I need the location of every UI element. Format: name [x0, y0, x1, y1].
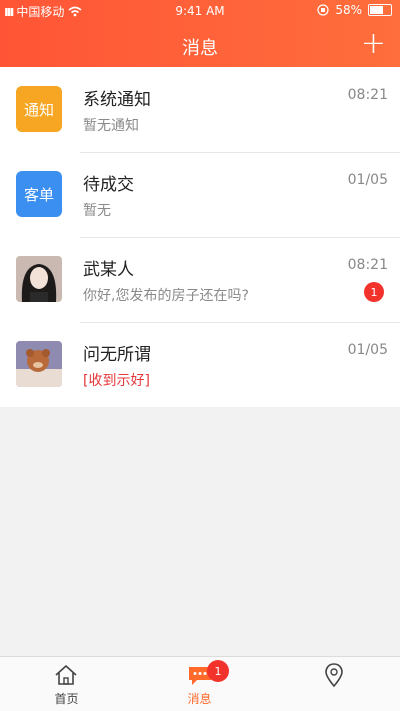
message-name: 问无所谓: [83, 345, 151, 365]
tab-messages[interactable]: 1 消息: [133, 657, 266, 711]
message-preview: 你好,您发布的房子还在吗?: [83, 288, 249, 304]
battery-percent: 58%: [335, 3, 362, 17]
message-row-system-notice[interactable]: 通知 系统通知 暂无通知 08:21: [0, 67, 400, 152]
add-button[interactable]: +: [361, 29, 386, 59]
top-header: ııı 中国移动 9:41 AM 58% 消息 +: [0, 0, 400, 67]
message-row-pending-deals[interactable]: 客单 待成交 暂无 01/05: [0, 152, 400, 237]
message-row-wen[interactable]: 问无所谓 [收到示好] 01/05: [0, 322, 400, 407]
message-preview: 暂无: [83, 203, 111, 219]
message-time: 08:21: [347, 257, 388, 273]
client-order-icon: 客单: [16, 171, 62, 217]
message-list: 通知 系统通知 暂无通知 08:21 客单 待成交 暂无 01/05 武某人 你…: [0, 67, 400, 407]
avatar: [16, 341, 62, 387]
battery-icon: [368, 4, 392, 16]
tab-unread-badge: 1: [207, 660, 229, 682]
message-time: 01/05: [347, 342, 388, 358]
unread-badge: 1: [364, 282, 384, 302]
message-name: 系统通知: [83, 90, 151, 110]
message-row-wu[interactable]: 武某人 你好,您发布的房子还在吗? 08:21 1: [0, 237, 400, 322]
orientation-lock-icon: [317, 4, 329, 16]
message-name: 武某人: [83, 260, 134, 280]
message-preview: [收到示好]: [83, 373, 150, 389]
status-bar: ııı 中国移动 9:41 AM 58%: [0, 0, 400, 22]
home-icon: [55, 665, 77, 685]
message-time: 08:21: [347, 87, 388, 103]
tab-home[interactable]: 首页: [0, 657, 133, 711]
page-title: 消息: [182, 38, 218, 59]
message-time: 01/05: [347, 172, 388, 188]
avatar: [16, 256, 62, 302]
tab-bar: 首页 1 消息: [0, 656, 400, 711]
message-name: 待成交: [83, 175, 134, 195]
tab-label: 首页: [54, 692, 79, 706]
tab-label: 消息: [187, 692, 212, 706]
location-icon: [325, 663, 343, 688]
notice-icon: 通知: [16, 86, 62, 132]
message-preview: 暂无通知: [83, 118, 139, 134]
tab-location[interactable]: [266, 657, 399, 711]
